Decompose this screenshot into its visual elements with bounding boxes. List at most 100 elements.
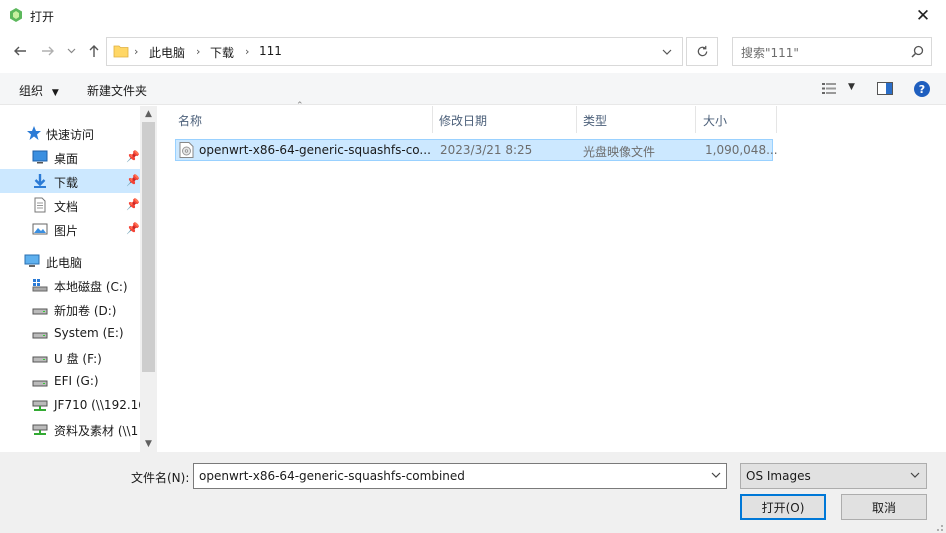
- search-placeholder: 搜索"111": [741, 46, 799, 60]
- network-drive-icon: [32, 424, 48, 435]
- sidebar-item-pictures[interactable]: 图片 📌: [0, 217, 140, 241]
- sidebar-item-drive-f[interactable]: U 盘 (F:): [0, 345, 140, 369]
- sidebar-item-network-jf710[interactable]: JF710 (\\192.16: [0, 393, 146, 417]
- chevron-down-icon: [67, 48, 75, 54]
- file-type: 光盘映像文件: [583, 145, 656, 159]
- pin-icon: 📌: [126, 222, 140, 235]
- scroll-up-icon[interactable]: ▲: [140, 106, 157, 122]
- chevron-down-icon[interactable]: [711, 471, 721, 482]
- sidebar-item-label: 此电脑: [46, 256, 83, 270]
- change-view-button[interactable]: ▼: [822, 82, 862, 96]
- scroll-down-icon[interactable]: ▼: [140, 436, 157, 452]
- drive-icon: [32, 332, 48, 339]
- up-button[interactable]: [84, 40, 104, 62]
- column-header-type[interactable]: 类型: [577, 106, 695, 133]
- sidebar-item-label: 桌面: [54, 152, 79, 166]
- column-label: 大小: [703, 114, 728, 128]
- forward-arrow-icon: [42, 46, 54, 56]
- pin-icon: 📌: [126, 198, 140, 211]
- back-arrow-icon: [14, 46, 26, 56]
- column-header-name[interactable]: 名称: [170, 106, 432, 133]
- sidebar-item-downloads[interactable]: 下载 📌: [0, 169, 140, 193]
- window-title: 打开: [30, 10, 55, 24]
- computer-icon: [24, 254, 40, 267]
- column-header-size[interactable]: 大小: [696, 106, 776, 133]
- sidebar-item-label: JF710 (\\192.16: [54, 398, 146, 412]
- sidebar-item-label: 文档: [54, 200, 79, 214]
- new-folder-button[interactable]: 新建文件夹: [87, 82, 147, 99]
- file-size: 1,090,048...: [705, 143, 778, 157]
- filename-label: 文件名(N):: [131, 471, 190, 485]
- star-icon: [27, 126, 41, 140]
- sidebar-item-desktop[interactable]: 桌面 📌: [0, 145, 140, 169]
- sidebar-item-label: 下载: [54, 176, 79, 190]
- resize-grip-icon[interactable]: [932, 520, 944, 532]
- sidebar-item-label: System (E:): [54, 326, 124, 340]
- navigation-pane: 快速访问 桌面 📌 下载 📌 文档 📌 图片 📌 此电脑 本地磁盘 (C:) 新…: [0, 106, 157, 452]
- breadcrumb-this-pc[interactable]: 此电脑: [149, 44, 185, 61]
- chevron-right-icon: ›: [134, 45, 139, 58]
- forward-button[interactable]: [38, 40, 58, 62]
- organize-menu[interactable]: 组织 ▼: [19, 82, 59, 99]
- sidebar-item-label: U 盘 (F:): [54, 352, 102, 366]
- filename-input[interactable]: openwrt-x86-64-generic-squashfs-combined: [193, 463, 727, 489]
- breadcrumb-111[interactable]: 111: [259, 44, 282, 58]
- file-row[interactable]: openwrt-x86-64-generic-squashfs-co... 20…: [175, 139, 778, 161]
- file-type-select[interactable]: OS Images: [740, 463, 927, 489]
- open-button[interactable]: 打开(O): [740, 494, 826, 520]
- chevron-right-icon: ›: [196, 45, 201, 58]
- breadcrumb-downloads[interactable]: 下载: [210, 44, 234, 61]
- recent-locations-button[interactable]: [64, 40, 78, 62]
- pin-icon: 📌: [126, 174, 140, 187]
- close-icon: ✕: [915, 6, 931, 26]
- preview-pane-icon: [877, 82, 893, 95]
- sidebar-item-drive-e[interactable]: System (E:): [0, 321, 140, 345]
- column-divider[interactable]: [776, 106, 777, 133]
- download-icon: [34, 174, 46, 188]
- sidebar-item-drive-g[interactable]: EFI (G:): [0, 369, 140, 393]
- chevron-down-icon[interactable]: [662, 49, 672, 56]
- preview-pane-button[interactable]: [877, 82, 893, 95]
- dropdown-arrow-icon: ▼: [848, 82, 855, 92]
- nav-pane-scrollbar[interactable]: ▲ ▼: [140, 106, 157, 452]
- back-button[interactable]: [10, 40, 30, 62]
- sidebar-item-label: 本地磁盘 (C:): [54, 280, 128, 294]
- cancel-button[interactable]: 取消: [841, 494, 927, 520]
- drive-icon: [32, 356, 48, 363]
- file-type-value: OS Images: [746, 469, 811, 483]
- sidebar-item-network-materials[interactable]: 资料及素材 (\\1: [0, 417, 140, 441]
- chevron-down-icon: [910, 471, 920, 482]
- sidebar-item-drive-c[interactable]: 本地磁盘 (C:): [0, 273, 140, 297]
- sidebar-item-label: EFI (G:): [54, 374, 99, 388]
- file-modified: 2023/3/21 8:25: [440, 143, 533, 157]
- dropdown-arrow-icon: ▼: [51, 88, 59, 98]
- sidebar-item-documents[interactable]: 文档 📌: [0, 193, 140, 217]
- picture-icon: [32, 223, 48, 235]
- os-drive-icon: [32, 279, 48, 292]
- title-bar: 打开 ✕: [0, 0, 946, 32]
- up-arrow-icon: [89, 45, 99, 57]
- address-bar[interactable]: › 此电脑 › 下载 › 111: [106, 37, 683, 66]
- refresh-button[interactable]: [686, 37, 718, 66]
- column-header-modified[interactable]: 修改日期: [433, 106, 576, 133]
- organize-label: 组织: [19, 84, 44, 98]
- disc-image-file-icon: [179, 142, 194, 158]
- scrollbar-thumb[interactable]: [142, 122, 155, 372]
- desktop-icon: [32, 150, 48, 164]
- close-button[interactable]: ✕: [900, 0, 946, 32]
- filename-value: openwrt-x86-64-generic-squashfs-combined: [199, 469, 465, 483]
- file-name: openwrt-x86-64-generic-squashfs-co...: [199, 143, 431, 157]
- refresh-icon: [697, 45, 707, 57]
- document-icon: [34, 197, 46, 213]
- help-icon[interactable]: ?: [914, 81, 930, 97]
- sidebar-item-drive-d[interactable]: 新加卷 (D:): [0, 297, 140, 321]
- view-list-icon: [822, 83, 836, 94]
- column-label: 修改日期: [439, 114, 488, 128]
- search-box[interactable]: 搜索"111": [732, 37, 932, 66]
- sidebar-item-this-pc[interactable]: 此电脑: [0, 249, 140, 273]
- search-icon: [911, 45, 924, 58]
- pin-icon: 📌: [126, 150, 140, 163]
- chevron-right-icon: ›: [245, 45, 250, 58]
- sidebar-item-quick-access[interactable]: 快速访问: [0, 121, 140, 145]
- column-label: 类型: [583, 114, 608, 128]
